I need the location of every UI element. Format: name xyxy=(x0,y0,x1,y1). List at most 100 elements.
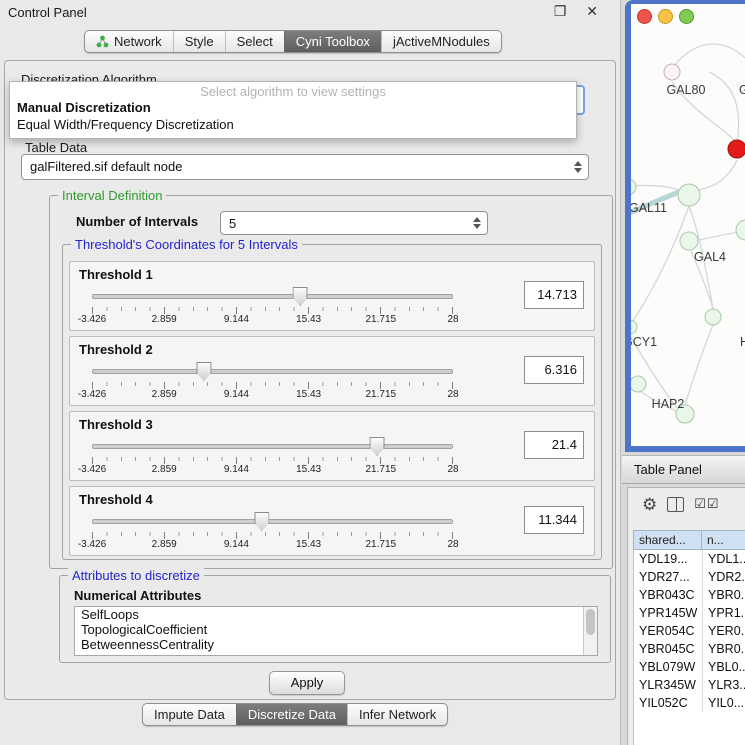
cell[interactable]: YDL1... xyxy=(703,550,745,568)
table-data-value: galFiltered.sif default node xyxy=(30,159,182,174)
mac-zoom-button[interactable] xyxy=(679,9,694,24)
cell[interactable]: YBR043C xyxy=(634,586,703,604)
threshold-2-box: Threshold 2 -3.426 2.859 9.144 15.43 xyxy=(69,336,595,406)
cell[interactable]: YBL079W xyxy=(634,658,703,676)
node[interactable] xyxy=(736,220,745,240)
cell[interactable]: YPR145W xyxy=(634,604,703,622)
numerical-attributes-list[interactable]: SelfLoops TopologicalCoefficient Between… xyxy=(74,606,598,656)
node[interactable] xyxy=(631,376,646,392)
cell[interactable]: YER0... xyxy=(703,622,745,640)
cell[interactable]: YIL0... xyxy=(703,694,745,712)
list-scrollbar[interactable] xyxy=(583,607,597,655)
tick-label: 15.43 xyxy=(296,314,321,325)
threshold-3-slider-thumb[interactable] xyxy=(370,437,385,456)
cell[interactable]: YLR345W xyxy=(634,676,703,694)
node[interactable] xyxy=(631,179,636,195)
threshold-1-slider[interactable] xyxy=(92,286,453,306)
tick-label: 21.715 xyxy=(366,539,397,550)
table-row[interactable]: YBR045CYBR0... xyxy=(634,640,745,658)
slider-track xyxy=(92,444,453,449)
scrollbar-thumb[interactable] xyxy=(586,609,595,635)
apply-button[interactable]: Apply xyxy=(269,671,345,695)
table-row[interactable]: YIL052CYIL0... xyxy=(634,694,745,712)
number-of-intervals-select[interactable]: 5 xyxy=(220,211,488,235)
columns-icon[interactable] xyxy=(667,497,684,512)
table-panel-title: Table Panel xyxy=(634,462,702,477)
table-row[interactable]: YDL19...YDL1... xyxy=(634,550,745,568)
threshold-3-slider[interactable] xyxy=(92,436,453,456)
node-label: GAL4 xyxy=(694,250,726,264)
threshold-4-slider-thumb[interactable] xyxy=(254,512,269,531)
tick-label: 9.144 xyxy=(224,389,249,400)
cyni-toolbox-panel: Discretization Algorithm Select algorith… xyxy=(4,60,616,700)
network-nodes[interactable] xyxy=(631,64,745,423)
cell[interactable]: YLR3... xyxy=(703,676,745,694)
cell[interactable]: YDR2... xyxy=(703,568,745,586)
checkbox-icon[interactable]: ☑ xyxy=(694,496,707,511)
cell[interactable]: YDR27... xyxy=(634,568,703,586)
table-data-select[interactable]: galFiltered.sif default node xyxy=(21,154,589,180)
tab-discretize-data[interactable]: Discretize Data xyxy=(236,704,347,725)
node-selected[interactable] xyxy=(728,140,745,158)
window-title: Control Panel xyxy=(8,5,87,20)
tab-jactivemnodules-label: jActiveMNodules xyxy=(393,34,490,49)
threshold-2-slider[interactable] xyxy=(92,361,453,381)
table-row[interactable]: YDR27...YDR2... xyxy=(634,568,745,586)
tick-label: 9.144 xyxy=(224,314,249,325)
cell[interactable]: YER054C xyxy=(634,622,703,640)
network-graph[interactable]: GAL80 G GAL11 GAL4 GCY1 H HAP2 xyxy=(631,4,745,446)
mac-close-button[interactable] xyxy=(637,9,652,24)
cell[interactable]: YDL19... xyxy=(634,550,703,568)
threshold-4-slider[interactable] xyxy=(92,511,453,531)
tab-network[interactable]: Network xyxy=(85,31,173,52)
cell[interactable]: YPR1... xyxy=(703,604,745,622)
column-header-name[interactable]: n... xyxy=(702,530,745,550)
node[interactable] xyxy=(680,232,698,250)
table-row[interactable]: YPR145WYPR1... xyxy=(634,604,745,622)
algorithm-option-manual-discretization[interactable]: Manual Discretization xyxy=(10,99,576,116)
column-header-shared-name[interactable]: shared... xyxy=(633,530,702,550)
tab-style[interactable]: Style xyxy=(173,31,225,52)
checkbox-icon[interactable]: ☑ xyxy=(707,496,720,511)
threshold-1-value-field[interactable]: 14.713 xyxy=(524,281,584,309)
tab-select[interactable]: Select xyxy=(225,31,284,52)
node[interactable] xyxy=(678,184,700,206)
network-canvas[interactable]: GAL80 G GAL11 GAL4 GCY1 H HAP2 xyxy=(631,4,745,446)
cell[interactable]: YBR045C xyxy=(634,640,703,658)
tab-impute-data[interactable]: Impute Data xyxy=(143,704,236,725)
list-item[interactable]: SelfLoops xyxy=(75,607,597,622)
algorithm-option-equal-width-frequency[interactable]: Equal Width/Frequency Discretization xyxy=(10,116,576,133)
node[interactable] xyxy=(664,64,680,80)
cell[interactable]: YBR0... xyxy=(703,640,745,658)
threshold-1-slider-thumb[interactable] xyxy=(293,287,308,306)
close-icon[interactable]: ✕ xyxy=(586,3,606,19)
cell[interactable]: YIL052C xyxy=(634,694,703,712)
table-row[interactable]: YBR043CYBR0... xyxy=(634,586,745,604)
node-label: GCY1 xyxy=(631,335,657,349)
table-row[interactable]: YER054CYER0... xyxy=(634,622,745,640)
tab-infer-network-label: Infer Network xyxy=(359,707,436,722)
table-row[interactable]: YLR345WYLR3... xyxy=(634,676,745,694)
mac-minimize-button[interactable] xyxy=(658,9,673,24)
threshold-3-value-field[interactable]: 21.4 xyxy=(524,431,584,459)
threshold-4-value-field[interactable]: 11.344 xyxy=(524,506,584,534)
tab-infer-network[interactable]: Infer Network xyxy=(347,704,447,725)
cell[interactable]: YBL0... xyxy=(703,658,745,676)
list-item[interactable]: TopologicalCoefficient xyxy=(75,622,597,637)
cell[interactable]: YBR0... xyxy=(703,586,745,604)
thresholds-group: Threshold's Coordinates for 5 Intervals … xyxy=(62,244,602,560)
list-item[interactable]: BetweennessCentrality xyxy=(75,637,597,652)
node[interactable] xyxy=(705,309,721,325)
table-row[interactable]: YBL079WYBL0... xyxy=(634,658,745,676)
gear-icon[interactable]: ⚙ xyxy=(642,496,657,513)
tick-label: -3.426 xyxy=(78,464,106,475)
threshold-2-slider-thumb[interactable] xyxy=(196,362,211,381)
algorithm-placeholder: Select algorithm to view settings xyxy=(10,82,576,99)
tab-cyni-toolbox[interactable]: Cyni Toolbox xyxy=(284,31,381,52)
tab-jactivemnodules[interactable]: jActiveMNodules xyxy=(381,31,501,52)
float-window-icon[interactable]: ❐ xyxy=(554,3,575,19)
network-view-window: GAL80 G GAL11 GAL4 GCY1 H HAP2 xyxy=(625,0,745,452)
threshold-2-value-field[interactable]: 6.316 xyxy=(524,356,584,384)
threshold-1-box: Threshold 1 -3.426 2.859 9.144 15.43 xyxy=(69,261,595,331)
node[interactable] xyxy=(631,320,637,334)
